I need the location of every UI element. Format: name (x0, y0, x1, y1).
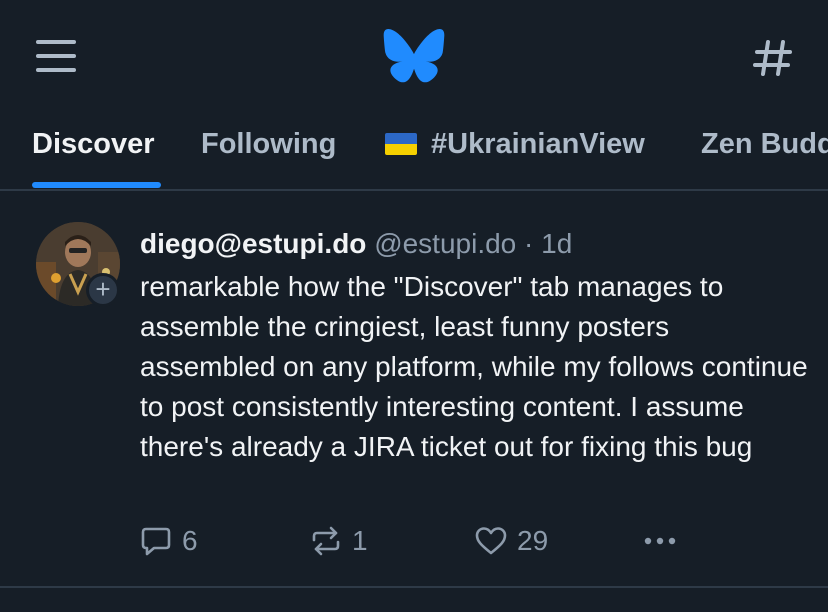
ukraine-flag-icon (385, 133, 417, 155)
top-bar (0, 0, 828, 110)
author-handle[interactable]: @estupi.do (374, 228, 516, 259)
tab-discover[interactable]: Discover (32, 124, 155, 164)
tab-following[interactable]: Following (201, 124, 336, 164)
app-root: Discover Following #UkrainianView Zen Bu… (0, 0, 828, 612)
tab-label: Discover (32, 128, 155, 160)
header-separator: · (524, 228, 534, 259)
reply-bubble-icon (141, 527, 171, 556)
post-header: diego@estupi.do @estupi.do · 1d (140, 225, 572, 263)
tab-label: #UkrainianView (431, 128, 645, 160)
butterfly-logo-icon[interactable] (383, 29, 445, 83)
repost-icon (312, 526, 340, 556)
hashtag-icon[interactable] (752, 38, 794, 78)
tab-zen-buddhism[interactable]: Zen Budd (701, 124, 828, 164)
post-divider (0, 586, 828, 588)
post-text: remarkable how the "Discover" tab manage… (140, 271, 808, 462)
like-button[interactable]: 29 (475, 521, 548, 561)
hamburger-menu-icon[interactable] (36, 40, 76, 72)
reply-count: 6 (182, 525, 198, 556)
follow-plus-button[interactable]: + (86, 273, 120, 307)
feed-post[interactable]: + diego@estupi.do @estupi.do · 1d remark… (0, 191, 828, 585)
tab-label: Zen Budd (701, 128, 828, 160)
ellipsis-icon (644, 537, 676, 545)
repost-count: 1 (352, 525, 368, 556)
tab-ukrainianview[interactable]: #UkrainianView (385, 124, 645, 164)
heart-icon (475, 527, 507, 555)
repost-button[interactable]: 1 (310, 521, 368, 561)
author-display-name[interactable]: diego@estupi.do (140, 228, 366, 259)
post-actions: 6 1 29 (0, 521, 828, 561)
tab-label: Following (201, 128, 337, 160)
active-tab-indicator (32, 182, 161, 188)
like-count: 29 (517, 525, 549, 556)
post-timestamp[interactable]: 1d (541, 228, 572, 259)
feed-tabs: Discover Following #UkrainianView Zen Bu… (0, 110, 828, 188)
more-options-button[interactable] (642, 521, 678, 561)
reply-button[interactable]: 6 (140, 521, 198, 561)
